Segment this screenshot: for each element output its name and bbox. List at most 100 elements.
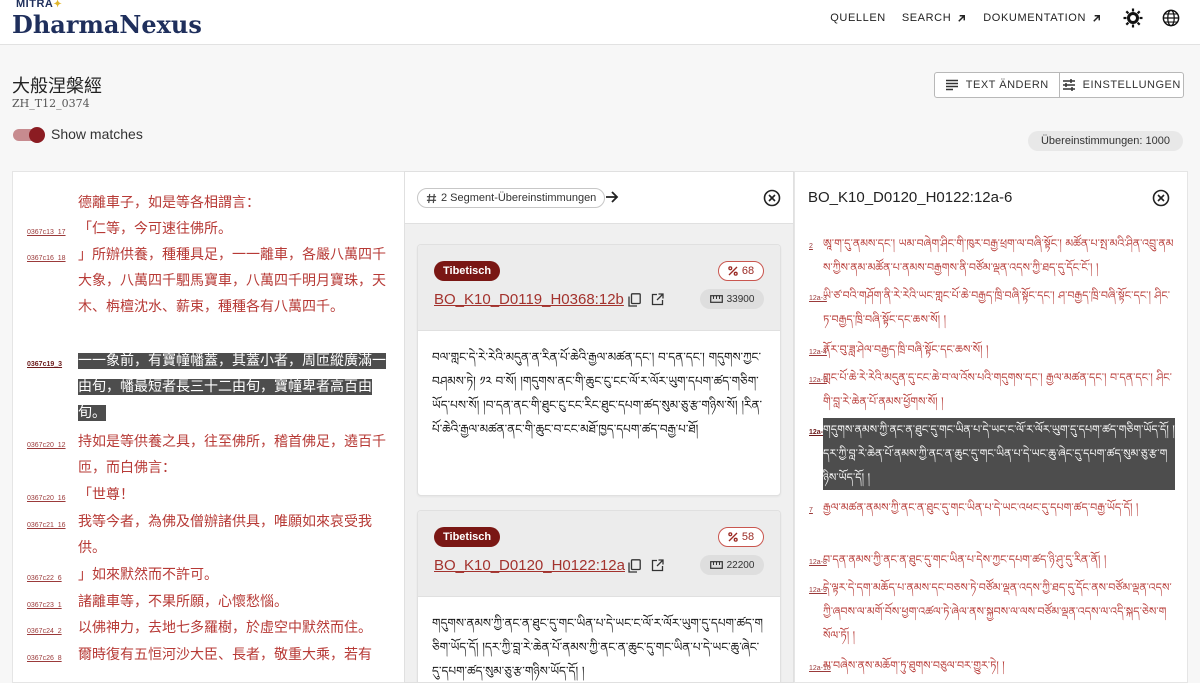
percent-icon: [728, 266, 738, 276]
text-segment[interactable]: 0367c26_8 爾時復有五恒河沙大臣、長者，敬重大乘，若有: [13, 642, 403, 668]
segment-text: ནོར་བུ་ཟླ་ཤེལ་བརྒྱད་ཁྲི་བཞི་སྟོང་དང་ཆས་ས…: [823, 343, 989, 356]
source-text-panel[interactable]: 德離車子，如是等各相謂言： 0367c13_17 「仁等，今可速往佛所。 036…: [12, 171, 404, 683]
segment-ref[interactable]: 0367c23_1: [27, 602, 62, 609]
close-panel-icon[interactable]: [763, 189, 781, 207]
text-segment[interactable]: 12a-9 དེ་ལྟར་དེ་དག་མཆོད་པ་ནམས་དང་བཅས་ཏེ་…: [795, 576, 1187, 648]
length-badge: 33900: [700, 289, 764, 309]
text-segment[interactable]: 0367c20_16 「世尊！: [13, 482, 403, 508]
external-arrow-icon: [1093, 14, 1100, 22]
text-segment[interactable]: 0367c21_16 我等今者，為佛及僧辦諸供具，唯願如來哀受我供。: [13, 509, 403, 561]
language-button[interactable]: [1158, 5, 1184, 31]
nav-search[interactable]: SEARCH: [896, 12, 973, 24]
segment-text: 以佛神力，去地七多羅樹，於虛空中默然而住。: [78, 620, 372, 636]
segment-text: 德離車子，如是等各相謂言：: [78, 195, 260, 211]
top-bar: MITRA✦ DharmaNexus QUELLEN SEARCH DOKUME…: [0, 0, 1200, 45]
text-segment[interactable]: 12a-4 ནོར་བུ་ཟླ་ཤེལ་བརྒྱད་ཁྲི་བཞི་སྟོང་ད…: [795, 338, 1187, 362]
close-panel-icon[interactable]: [1152, 189, 1170, 207]
open-external-icon[interactable]: [651, 293, 664, 306]
card-actions: [628, 559, 664, 573]
segment-ref[interactable]: 0367c24_2: [27, 628, 62, 635]
match-link[interactable]: BO_K10_D0120_H0122:12a: [434, 557, 625, 574]
text-segment[interactable]: 0367c22_6 」如來默然而不許可。: [13, 562, 403, 588]
segment-matches-chip[interactable]: 2 Segment-Übereinstimmungen: [417, 188, 606, 208]
language-badge: Tibetisch: [434, 527, 501, 547]
highlighted-match[interactable]: 一一象前，有寶幢幡蓋，其蓋小者，周匝縱廣滿一由旬，幡最短者長三十二由旬，寶幢卑者…: [78, 353, 386, 421]
text-segment-highlighted[interactable]: 0367c19_3 一一象前，有寶幢幡蓋，其蓋小者，周匝縱廣滿一由旬，幡最短者長…: [13, 348, 403, 428]
segment-text: 我等今者，為佛及僧辦諸供具，唯願如來哀受我供。: [78, 514, 372, 556]
percent-icon: [728, 532, 738, 542]
globe-icon: [1162, 9, 1180, 27]
toolbar-button-group: TEXT ÄNDERN EINSTELLUNGEN: [934, 72, 1184, 98]
logo-name-text: DharmaNexus: [12, 10, 202, 39]
text-segment[interactable]: 0367c16_18 」所辦供養，種種具足，一一離車，各嚴八萬四千大象，八萬四千…: [13, 242, 403, 346]
logo-star-icon: ✦: [53, 0, 63, 10]
match-card[interactable]: Tibetisch 58 BO_K10_D0120_H0122:12a 2220…: [417, 510, 781, 682]
sliders-icon: [1062, 79, 1075, 91]
parallel-text-panel[interactable]: BO_K10_D0120_H0122:12a-6 2 ཨཱ་ག་དུ་ནམས་ད…: [794, 171, 1188, 683]
match-card-text: གདུགས་ནམས་ཀྱི་ནང་ན་ཐུང་དུ་གང་ཡིན་པ་དེ་ཡང…: [432, 616, 763, 678]
segment-text: 爾時復有五恒河沙大臣、長者，敬重大乘，若有: [78, 647, 372, 663]
text-segment[interactable]: 0367c23_1 諸離車等，不果所願，心懷愁惱。: [13, 589, 403, 615]
text-segment[interactable]: 0367c20_12 持如是等供養之具，往至佛所，稽首佛足，遶百千匝，而白佛言：: [13, 429, 403, 481]
text-segment[interactable]: 0367c24_2 以佛神力，去地七多羅樹，於虛空中默然而住。: [13, 615, 403, 641]
toggle-knob: [29, 127, 45, 143]
match-card-header: Tibetisch 68 BO_K10_D0119_H0368:12b 3390…: [418, 245, 780, 331]
segment-text: 「仁等，今可速往佛所。: [78, 221, 232, 237]
segment-text: 一一象前，有寶幢幡蓋，其蓋小者，周匝縱廣滿一由旬，幡最短者長三十二由旬，寶幢卑者…: [78, 348, 393, 426]
match-link[interactable]: BO_K10_D0119_H0368:12b: [434, 291, 624, 308]
segment-ref[interactable]: 0367c20_16: [27, 495, 66, 502]
settings-button[interactable]: EINSTELLUNGEN: [1058, 73, 1184, 97]
language-badge: Tibetisch: [434, 261, 501, 281]
nav-dokumentation[interactable]: DOKUMENTATION: [977, 12, 1108, 24]
document-id: ZH_T12_0374: [12, 97, 90, 110]
show-matches-label: Show matches: [51, 126, 143, 142]
match-card[interactable]: Tibetisch 68 BO_K10_D0119_H0368:12b 3390…: [417, 244, 781, 496]
segment-text: 「世尊！: [78, 487, 134, 503]
change-text-button[interactable]: TEXT ÄNDERN: [935, 73, 1059, 97]
open-external-icon[interactable]: [651, 559, 664, 572]
copy-icon[interactable]: [628, 559, 641, 573]
text-segment[interactable]: 12a-5 གླང་པོ་ཆེ་རེ་རེའི་མདུན་དུ་ངང་ཆེ་བ་…: [795, 366, 1187, 414]
hash-icon: [426, 193, 437, 203]
text-segment-highlighted[interactable]: 12a-6 གདུགས་ནམས་ཀྱི་ནང་ན་ཐུང་དུ་གང་ཡིན་པ…: [795, 418, 1187, 490]
nav-quellen[interactable]: QUELLEN: [824, 12, 892, 24]
segment-text: 」所辦供養，種種具足，一一離車，各嚴八萬四千大象，八萬四千駟馬寶車，八萬四千明月…: [78, 247, 386, 315]
ruler-icon: [709, 295, 723, 303]
score-badge: 58: [718, 527, 764, 547]
copy-icon[interactable]: [628, 293, 641, 307]
segment-ref[interactable]: 2: [809, 243, 813, 250]
match-card-text: བལ་གླང་དེ་རེ་རེའི་མདུན་ན་རིན་པོ་ཆེའི་རྒྱ…: [432, 350, 763, 436]
text-segment[interactable]: 7 རྒྱལ་མཚན་ནམས་ཀྱི་ནང་ན་ཐུང་དུ་གང་ཡིན་པ་…: [795, 496, 1187, 544]
text-segment[interactable]: 德離車子，如是等各相謂言：: [13, 190, 403, 216]
segment-text: 」如來默然而不許可。: [78, 567, 218, 583]
length-badge: 22200: [700, 555, 764, 575]
segment-text: མ་བཞེས་ནས་མཆོག་ཏུ་ཐུགས་བཅུལ་བར་གྱུར་ཏེ། …: [823, 659, 1005, 672]
segment-ref[interactable]: 0367c16_18: [27, 255, 66, 262]
text-segment[interactable]: 12a-10 མ་བཞེས་ནས་མཆོག་ཏུ་ཐུགས་བཅུལ་བར་གྱ…: [795, 654, 1187, 678]
segment-text: དེ་ལྟར་དེ་དག་མཆོད་པ་ནམས་དང་བཅས་ཏེ་བཙོམ་ལ…: [823, 581, 1172, 642]
segment-ref[interactable]: 7: [809, 507, 813, 514]
text-segment[interactable]: 12a-3 ཡི་ཙ་བའི་གཤོག་ནི་རེ་རེའི་ཡང་གླང་པོ…: [795, 284, 1187, 332]
highlighted-match[interactable]: གདུགས་ནམས་ཀྱི་ནང་ན་ཐུང་དུ་གང་ཡིན་པ་དེ་ཡང…: [823, 418, 1175, 490]
show-matches-toggle[interactable]: [13, 127, 45, 143]
segment-ref[interactable]: 0367c19_3: [27, 361, 62, 368]
segment-ref[interactable]: 0367c21_16: [27, 522, 66, 529]
segment-text: 持如是等供養之具，往至佛所，稽首佛足，遶百千匝，而白佛言：: [78, 434, 386, 476]
page-title: 大般涅槃經: [12, 76, 102, 97]
ruler-icon: [709, 561, 723, 569]
text-segment[interactable]: 12a-8 བ་དན་ནམས་ཀྱི་ནང་ན་ཐུང་དུ་གང་ཡིན་པ་…: [795, 548, 1187, 572]
segment-ref[interactable]: 0367c13_17: [27, 229, 66, 236]
segment-ref[interactable]: 0367c20_12: [27, 442, 66, 449]
match-panel-header: 2 Segment-Übereinstimmungen: [405, 172, 793, 224]
main-nav: QUELLEN SEARCH DOKUMENTATION: [824, 0, 1184, 36]
segment-ref[interactable]: 0367c22_6: [27, 575, 62, 582]
match-card-header: Tibetisch 58 BO_K10_D0120_H0122:12a 2220…: [418, 511, 780, 597]
segment-ref[interactable]: 0367c26_8: [27, 655, 62, 662]
text-segment[interactable]: 2 ཨཱ་ག་དུ་ནམས་དང་། ཡམ་བཞེག་ཤིང་གི་ཁུར་བར…: [795, 232, 1187, 280]
text-segment[interactable]: 0367c13_17 「仁等，今可速往佛所。: [13, 216, 403, 242]
arrow-right-icon[interactable]: [604, 188, 620, 206]
segment-text: རྒྱལ་མཚན་ནམས་ཀྱི་ནང་ན་ཐུང་དུ་གང་ཡིན་པ་དེ…: [823, 501, 1139, 514]
theme-toggle-button[interactable]: [1120, 5, 1146, 31]
text-lines-icon: [945, 79, 958, 91]
match-count-badge: Übereinstimmungen: 1000: [1028, 131, 1183, 151]
